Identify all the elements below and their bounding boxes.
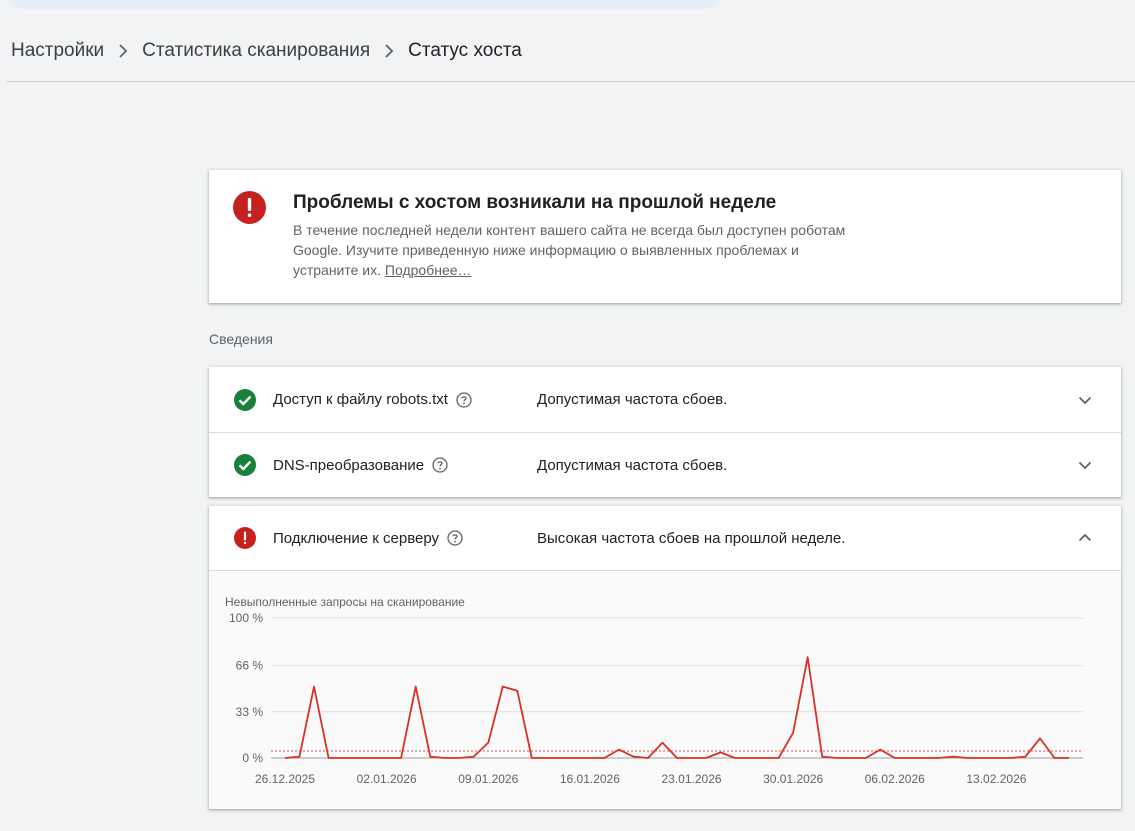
- y-tick-label: 100 %: [229, 611, 263, 625]
- x-tick-label: 26.12.2025: [255, 772, 315, 786]
- x-tick-label: 02.01.2026: [357, 772, 417, 786]
- x-tick-label: 23.01.2026: [661, 772, 721, 786]
- chevron-up-icon[interactable]: [1077, 530, 1093, 546]
- alert-text: В течение последней недели контент вашег…: [293, 220, 853, 280]
- section-label: Сведения: [209, 331, 273, 347]
- error-icon: [233, 191, 266, 224]
- learn-more-link[interactable]: Подробнее…: [385, 262, 472, 278]
- row-name: DNS-преобразование: [273, 457, 448, 474]
- series-line: [284, 656, 1069, 759]
- host-problems-alert: Проблемы с хостом возникали на прошлой н…: [209, 170, 1121, 303]
- chevron-right-icon: [118, 44, 128, 58]
- breadcrumb-crawl-stats[interactable]: Статистика сканирования: [142, 40, 370, 62]
- x-tick-label: 09.01.2026: [458, 772, 518, 786]
- server-connection-panel: Подключение к серверу Высокая частота сб…: [209, 506, 1121, 809]
- row-description: Высокая частота сбоев на прошлой неделе.: [537, 529, 846, 547]
- row-description: Допустимая частота сбоев.: [537, 456, 728, 474]
- breadcrumb: Настройки Статистика сканирования Статус…: [11, 36, 522, 66]
- chevron-down-icon[interactable]: [1077, 457, 1093, 473]
- x-tick-label: 13.02.2026: [966, 772, 1026, 786]
- search-bar-remnant[interactable]: [0, 0, 728, 9]
- breadcrumb-settings[interactable]: Настройки: [11, 40, 104, 62]
- y-tick-label: 0 %: [242, 751, 263, 765]
- row-name: Подключение к серверу: [273, 530, 463, 547]
- row-name: Доступ к файлу robots.txt: [273, 391, 472, 408]
- y-tick-label: 33 %: [236, 705, 264, 719]
- x-tick-label: 06.02.2026: [865, 772, 925, 786]
- failed-requests-chart: 0 % 33 % 66 % 100 % 26.12.2025 02.01.2026 09.0…: [229, 611, 1083, 786]
- alert-title: Проблемы с хостом возникали на прошлой н…: [293, 192, 777, 213]
- row-description: Допустимая частота сбоев.: [537, 391, 728, 408]
- error-icon: [234, 527, 256, 549]
- details-list: Доступ к файлу robots.txt Допустимая час…: [209, 367, 1121, 497]
- chart-area: Невыполненные запросы на сканирование 0 …: [209, 571, 1121, 809]
- check-circle-icon: [234, 388, 256, 411]
- chevron-right-icon: [384, 44, 394, 58]
- help-icon[interactable]: [447, 530, 463, 546]
- help-icon[interactable]: [432, 457, 448, 473]
- alert-description: В течение последней недели контент вашег…: [293, 222, 846, 278]
- help-icon[interactable]: [456, 391, 472, 408]
- breadcrumb-host-status: Статус хоста: [408, 40, 522, 61]
- x-tick-label: 30.01.2026: [763, 772, 823, 786]
- row-dns[interactable]: DNS-преобразование Допустимая частота сб…: [209, 432, 1121, 497]
- row-robots-txt[interactable]: Доступ к файлу robots.txt Допустимая час…: [209, 367, 1121, 432]
- row-server-connection[interactable]: Подключение к серверу Высокая частота сб…: [209, 506, 1121, 571]
- x-tick-label: 16.01.2026: [560, 772, 620, 786]
- y-tick-label: 66 %: [236, 659, 264, 673]
- check-circle-icon: [234, 454, 256, 476]
- divider: [7, 81, 1135, 82]
- chevron-down-icon[interactable]: [1077, 392, 1093, 408]
